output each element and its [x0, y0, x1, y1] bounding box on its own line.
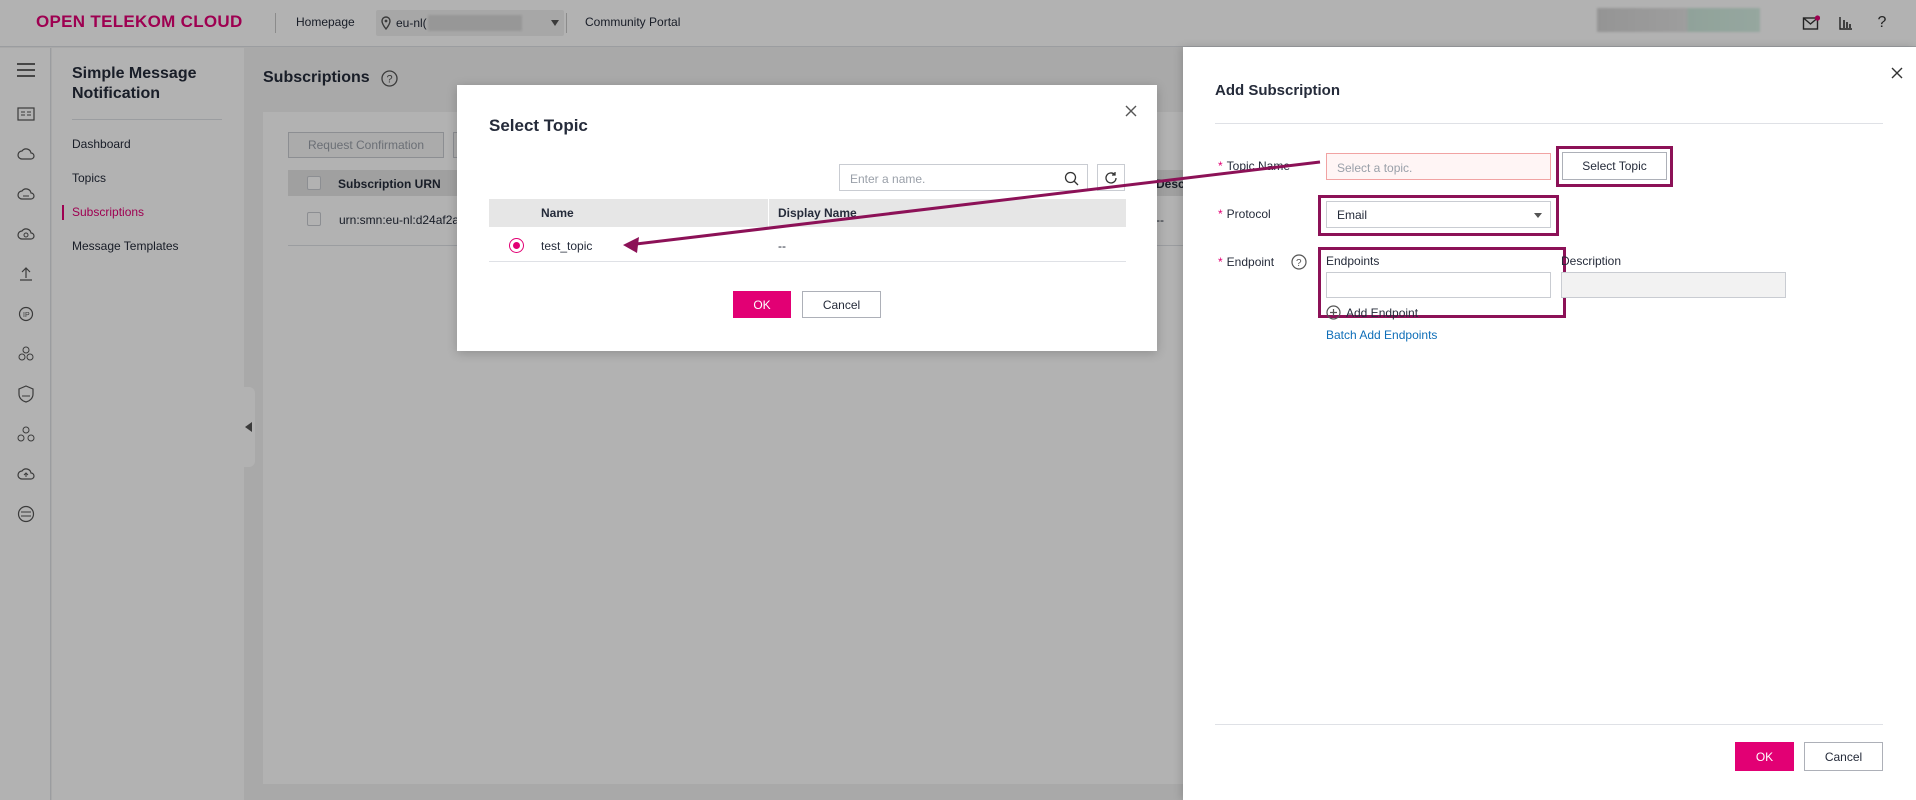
annotation-arrow — [623, 160, 1321, 253]
arrow-head — [623, 237, 639, 253]
arrow-line — [627, 160, 1321, 247]
